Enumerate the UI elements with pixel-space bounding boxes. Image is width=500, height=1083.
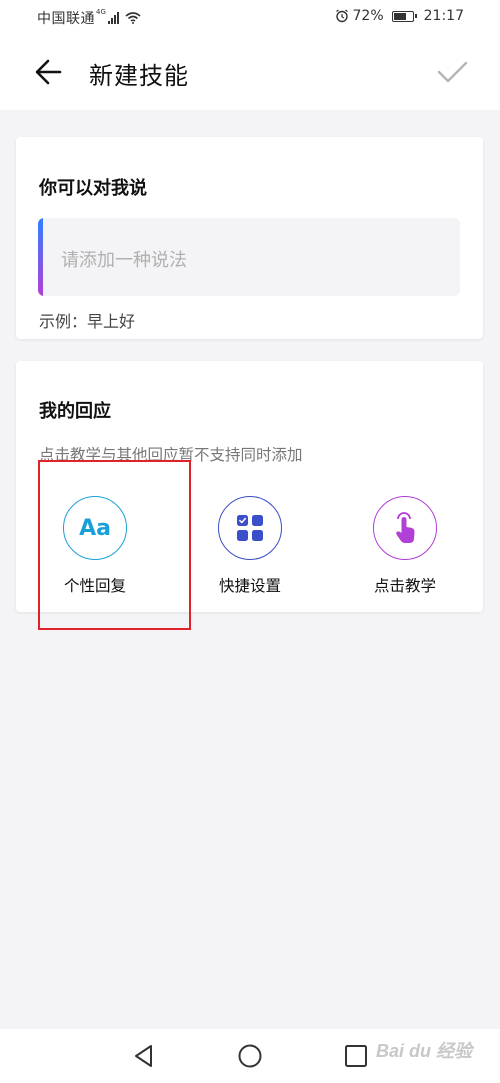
response-section-title: 我的回应 [39,401,111,422]
option-quick-settings[interactable]: 快捷设置 [190,496,310,596]
option-quick-settings-label: 快捷设置 [218,577,281,595]
input-accent-bar [38,218,43,296]
option-tap-teaching[interactable]: 点击教学 [345,496,465,596]
response-note: 点击教学与其他回应暂不支持同时添加 [39,446,303,464]
utterance-placeholder: 请添加一种说法 [61,250,187,271]
signal-icon [107,12,119,24]
checkmark-icon[interactable] [434,54,470,90]
utterance-input[interactable]: 请添加一种说法 [38,218,460,296]
text-aa-icon: Aa [63,496,127,560]
carrier-name: 中国联通 [37,11,95,27]
say-card: 你可以对我说 请添加一种说法 示例：早上好 [16,137,483,339]
option-custom-reply-label: 个性回复 [63,577,126,595]
arrow-left-icon[interactable] [30,54,66,90]
status-right: 72% 21:17 [335,8,464,24]
watermark-text: Bai du 经验 [375,1041,472,1061]
nav-recent-icon[interactable] [342,1042,370,1070]
tap-finger-glyph [396,512,415,543]
alarm-icon [335,9,348,23]
status-bar: 中国联通 4G 72% 21:17 [0,0,500,34]
nav-back-icon[interactable] [130,1042,158,1070]
network-type: 4G [96,8,106,16]
tap-finger-icon [373,496,437,560]
clock-time: 21:17 [423,8,464,24]
app-header: 新建技能 [0,34,500,110]
option-custom-reply[interactable]: Aa 个性回复 [35,496,155,596]
wifi-icon [125,12,141,24]
say-section-title: 你可以对我说 [39,178,147,199]
battery-fill [393,12,406,20]
battery-icon [391,10,417,22]
status-left: 中国联通 4G [37,8,141,28]
option-tap-teaching-label: 点击教学 [373,577,436,595]
example-text: 示例：早上好 [39,312,136,331]
response-card: 我的回应 点击教学与其他回应暂不支持同时添加 Aa 个性回复 快捷设置 点击教学 [16,361,483,612]
page-title: 新建技能 [89,62,189,90]
nav-home-icon[interactable] [236,1042,264,1070]
grid-apps-icon [218,496,282,560]
grid-apps-glyph [237,515,263,541]
battery-percent: 72% [352,8,384,24]
aa-glyph: Aa [79,515,111,541]
